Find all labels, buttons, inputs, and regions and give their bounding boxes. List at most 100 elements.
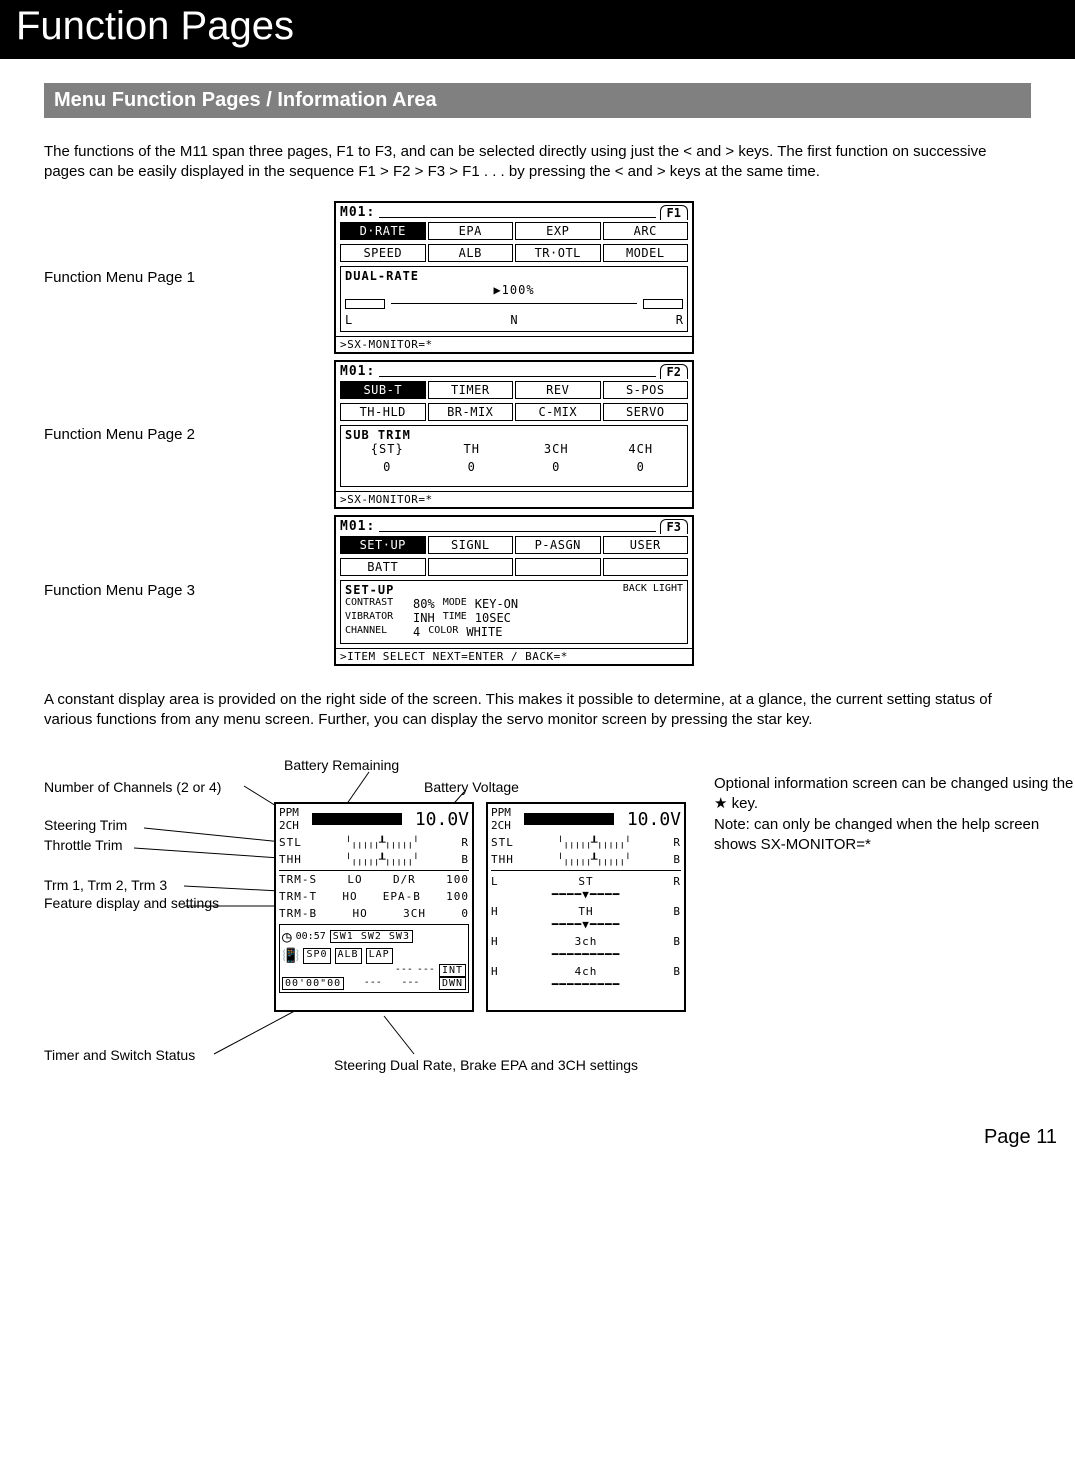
btn-cmix[interactable]: C-MIX [515,403,601,421]
btn-speed[interactable]: SPEED [340,244,426,262]
btn-trotl[interactable]: TR·OTL [515,244,601,262]
btn-signl[interactable]: SIGNL [428,536,514,554]
th-r-2: B [673,853,681,866]
backlight-hdr: BACK LIGHT [623,583,683,597]
b2-lbl: B [673,935,681,961]
info-screens: PPM 2CH 10.0V STL╵╷╷╷╷╷┸╷╷╷╷╷╵R THH╵╷╷╷╷… [274,802,686,1012]
channel-lbl: CHANNEL [345,625,405,639]
battery-bar-icon-2 [524,813,614,825]
trmt-lbl: TRM-T [279,890,317,903]
servo-mark-st: ▼ [582,888,590,901]
trmb-m: HO [353,907,368,920]
bl-mode-val: KEY-ON [475,597,518,611]
th-r: B [461,853,469,866]
right-note-1: Optional information screen can be chang… [714,775,1073,792]
trms-m: LO [347,873,362,886]
btn-empty3 [603,558,689,576]
right-note: Optional information screen can be chang… [714,774,1074,855]
menu-pages-block: Function Menu Page 1 M01: F1 D·RATE EPA … [44,201,1031,666]
th-lbl-2: THH [491,853,514,866]
l-lbl: L [491,875,499,901]
lbl-r: R [676,313,683,327]
btn-servo[interactable]: SERVO [603,403,689,421]
trmt-m: HO [342,890,357,903]
col-st: {ST} [345,442,430,456]
tab-spacer-2 [379,376,655,377]
right-note-3: Note: can only be changed when the help … [714,816,1039,853]
bl-color-val: WHITE [466,625,502,639]
menu-page-3-row: Function Menu Page 3 M01: F3 SET·UP SIGN… [44,515,1031,666]
btn-brmix[interactable]: BR-MIX [428,403,514,421]
btn-arc[interactable]: ARC [603,222,689,240]
tab-spacer-3 [379,531,655,532]
btn-epa[interactable]: EPA [428,222,514,240]
bl-time-lbl: TIME [443,611,467,625]
section-header: Menu Function Pages / Information Area [44,83,1031,118]
btn-setup[interactable]: SET·UP [340,536,426,554]
btn-user[interactable]: USER [603,536,689,554]
btn-batt[interactable]: BATT [340,558,426,576]
r-lbl: R [673,875,681,901]
tab-f1: F1 [660,205,688,220]
btn-exp[interactable]: EXP [515,222,601,240]
btn-subt[interactable]: SUB-T [340,381,426,399]
vibrator-val: INH [413,611,435,625]
panel-val: ▶100% [345,283,683,297]
col-4ch: 4CH [599,442,684,456]
st-r: R [461,836,469,849]
btn-model[interactable]: MODEL [603,244,689,262]
btn-pasgn[interactable]: P-ASGN [515,536,601,554]
channel-val: 4 [413,625,420,639]
panel-hdr-3: SET-UP [345,583,394,597]
b1-lbl: B [673,905,681,931]
slot-l [345,299,385,309]
st-scale: ╵╷╷╷╷╷┸╷╷╷╷╷╵ [345,836,418,849]
lbl-n: N [510,313,517,327]
trms-f: D/R [393,873,416,886]
battery-bar-icon [312,813,402,825]
st-r-2: R [673,836,681,849]
foot-f3: >ITEM SELECT NEXT=ENTER / BACK=* [336,648,692,664]
panel-hdr-2: SUB TRIM [345,428,683,442]
lcd-screen-f1: M01: F1 D·RATE EPA EXP ARC SPEED ALB TR·… [334,201,694,354]
btn-thhld[interactable]: TH-HLD [340,403,426,421]
h1-lbl: H [491,905,499,931]
btn-rev[interactable]: REV [515,381,601,399]
btn-spos[interactable]: S-POS [603,381,689,399]
trms-v: 100 [446,873,469,886]
btn-drate[interactable]: D·RATE [340,222,426,240]
page-title: Function Pages [16,4,294,48]
callout-trm123: Trm 1, Trm 2, Trm 3 [44,876,167,894]
trmt-f: EPA-B [383,890,421,903]
info-area-block: Battery Remaining Battery Voltage Number… [44,756,1031,1116]
voltage-readout-2: 10.0V [627,809,681,830]
menu-page-2-row: Function Menu Page 2 M01: F2 SUB-T TIMER… [44,360,1031,509]
btn-empty2 [515,558,601,576]
dwn: DWN [439,977,466,990]
star-icon: ★ [714,795,727,812]
th-lbl: THH [279,853,302,866]
info-lcd-alt: PPM 2CH 10.0V STL╵╷╷╷╷╷┸╷╷╷╷╷╵R THH╵╷╷╷╷… [486,802,686,1012]
trmb-lbl: TRM-B [279,907,317,920]
btn-alb[interactable]: ALB [428,244,514,262]
menu-page-1-row: Function Menu Page 1 M01: F1 D·RATE EPA … [44,201,1031,354]
menu-page-2-label: Function Menu Page 2 [44,426,304,443]
callout-batt-voltage: Battery Voltage [424,778,519,796]
st-scale-2: ╵╷╷╷╷╷┸╷╷╷╷╷╵ [557,836,630,849]
panel-subtrim: SUB TRIM {ST} TH 3CH 4CH 0 0 0 0 [340,425,688,487]
contrast-val: 80% [413,597,435,611]
page-title-bar: Function Pages [0,0,1075,59]
col-th: TH [430,442,515,456]
clock-icon: ◷ [282,927,292,946]
btn-timer[interactable]: TIMER [428,381,514,399]
intro-text: The functions of the M11 span three page… [44,143,986,180]
callout-feature: Feature display and settings [44,894,244,912]
mid-text: A constant display area is provided on t… [44,691,992,728]
val-th: 0 [430,460,515,474]
bl-color-lbl: COLOR [428,625,458,639]
bl-time-val: 10SEC [475,611,511,625]
ch4-lbl: 4ch [575,965,598,978]
val-4ch: 0 [599,460,684,474]
tab-spacer [379,217,655,218]
ch-label-2: 2CH [491,819,511,832]
